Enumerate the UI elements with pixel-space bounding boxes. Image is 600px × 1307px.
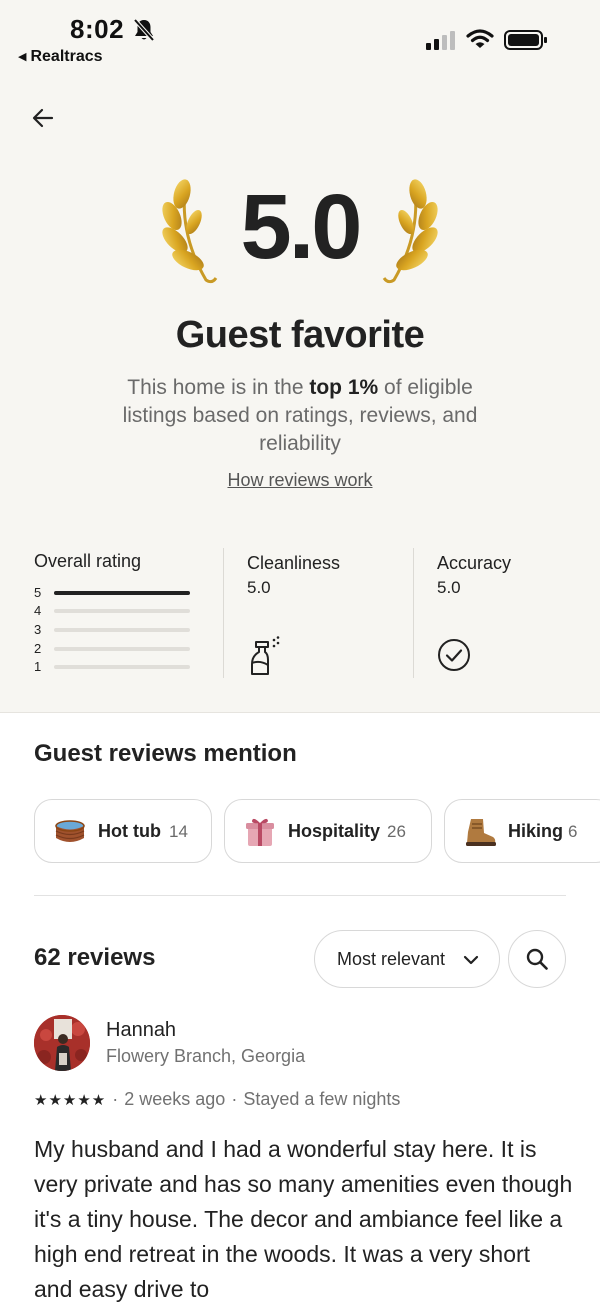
mention-chip-hot-tub[interactable]: Hot tub 14: [34, 799, 212, 863]
chip-count: 14: [169, 822, 188, 841]
rating-bar-5: 5: [34, 585, 194, 603]
chip-label: Hiking: [508, 821, 564, 841]
back-to-app-link[interactable]: ◀ Realtracs: [18, 48, 103, 66]
rating-bar-track: [54, 665, 190, 669]
rating-bar-2: 2: [34, 641, 194, 659]
guest-favorite-title: Guest favorite: [175, 314, 425, 356]
chip-label: Hospitality: [288, 821, 381, 841]
how-reviews-work-link[interactable]: How reviews work: [0, 470, 600, 491]
accuracy-value: 5.0: [437, 578, 461, 597]
back-arrow-icon[interactable]: [30, 104, 58, 132]
divider: [223, 548, 224, 678]
rating-bar-star-label: 1: [34, 659, 42, 674]
review-time: 2 weeks ago: [124, 1089, 226, 1109]
avatar-photo-icon: [34, 1015, 90, 1071]
rating-bar-track: [54, 591, 190, 595]
rating-bar-1: 1: [34, 659, 194, 677]
gift-icon: [246, 818, 274, 846]
chip-count: 26: [387, 822, 406, 841]
review-meta: ★★★★★ · 2 weeks ago · Stayed a few nights: [34, 1089, 401, 1109]
rating-bar-star-label: 5: [34, 585, 42, 600]
wifi-icon: [466, 29, 494, 48]
avatar[interactable]: [34, 1015, 90, 1071]
search-icon: [526, 948, 548, 970]
hiking-boot-icon: [466, 819, 496, 846]
rating-bar-4: 4: [34, 603, 194, 621]
search-reviews-button[interactable]: [508, 930, 566, 988]
rating-bar-star-label: 3: [34, 622, 42, 637]
cleanliness-label: Cleanliness: [247, 553, 341, 573]
section-divider: [34, 895, 566, 896]
chip-label: Hot tub: [98, 821, 161, 841]
star-rating: ★★★★★: [34, 1092, 107, 1109]
chip-count: 6: [568, 822, 578, 841]
divider: [413, 548, 414, 678]
top-percent-highlight: top 1%: [309, 376, 379, 399]
overall-score: 5.0: [240, 176, 363, 278]
check-circle-icon: [438, 639, 470, 671]
rating-bar-track: [54, 647, 190, 651]
review-stay: Stayed a few nights: [243, 1089, 401, 1109]
cleanliness-value: 5.0: [247, 578, 271, 597]
sort-dropdown-button[interactable]: Most relevant: [314, 930, 500, 988]
spray-bottle-icon: [251, 636, 280, 675]
sort-label: Most relevant: [337, 949, 446, 969]
rating-bar-3: 3: [34, 622, 194, 640]
status-time: 8:02: [70, 14, 125, 44]
rating-bar-fill: [54, 591, 190, 595]
rating-bar-star-label: 2: [34, 641, 42, 656]
reviewer-name: Hannah: [106, 1019, 177, 1041]
guest-favorite-description: This home is in the top 1% of eligible l…: [122, 376, 478, 455]
accuracy-label: Accuracy: [437, 553, 512, 573]
battery-icon: [504, 30, 547, 50]
reviews-count: 62 reviews: [34, 944, 156, 971]
hot-tub-icon: [55, 820, 85, 842]
rating-bar-track: [54, 609, 190, 613]
bell-slash-icon: [133, 18, 155, 42]
overall-rating-label: Overall rating: [34, 551, 142, 571]
guest-reviews-mention-title: Guest reviews mention: [34, 740, 297, 767]
back-app-label: Realtracs: [30, 48, 103, 65]
cellular-signal-icon: [426, 31, 455, 50]
chevron-down-icon: [463, 955, 479, 965]
mention-chip-hospitality[interactable]: Hospitality 26: [224, 799, 432, 863]
reviewer-location: Flowery Branch, Georgia: [106, 1046, 306, 1066]
rating-bar-track: [54, 628, 190, 632]
mention-chip-hiking[interactable]: Hiking 6: [444, 799, 600, 863]
review-text: My husband and I had a wonderful stay he…: [34, 1136, 573, 1302]
rating-bar-star-label: 4: [34, 603, 42, 618]
